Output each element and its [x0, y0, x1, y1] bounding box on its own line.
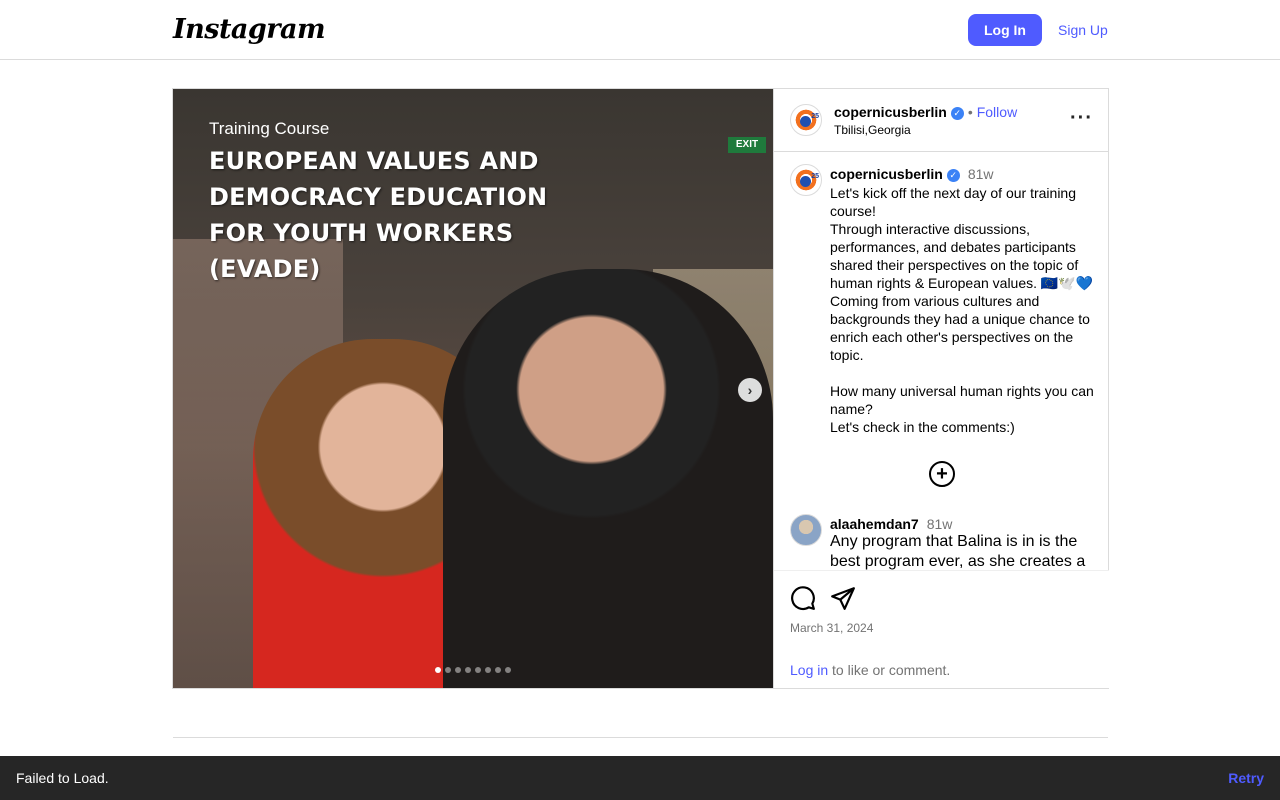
- post-actions: March 31, 2024 Log in to like or comment…: [774, 570, 1109, 688]
- image-overlay-title: European Values and Democracy Education …: [209, 147, 548, 283]
- post-caption: Let's kick off the next day of our train…: [830, 185, 1094, 435]
- photo-subject-man: [443, 269, 773, 688]
- carousel-dot: [465, 667, 471, 673]
- comments-section[interactable]: 25 copernicusberlin ✓ 81w Let's kick off t…: [774, 152, 1109, 570]
- comment-header: alaahemdan7 81w: [830, 516, 952, 532]
- chevron-right-icon: ›: [747, 382, 753, 398]
- carousel-dot: [505, 667, 511, 673]
- footer-divider: [173, 737, 1108, 738]
- caption-header: copernicusberlin ✓ 81w: [830, 166, 994, 182]
- instagram-logo[interactable]: Instagram: [173, 14, 326, 45]
- carousel-dot: [435, 667, 441, 673]
- author-line: copernicusberlin ✓ • Follow: [834, 104, 1017, 120]
- carousel-dot: [455, 667, 461, 673]
- sign-up-link[interactable]: Sign Up: [1058, 22, 1108, 38]
- comment-text: Any program that Balina is in is the bes…: [830, 533, 1086, 570]
- author-avatar[interactable]: 25: [790, 104, 822, 136]
- login-prompt-text: to like or comment.: [828, 662, 951, 678]
- author-username[interactable]: copernicusberlin: [834, 104, 947, 120]
- load-more-comments-icon[interactable]: +: [929, 461, 955, 487]
- carousel-dot: [445, 667, 451, 673]
- log-in-link[interactable]: Log in: [790, 662, 828, 678]
- login-prompt: Log in to like or comment.: [790, 662, 950, 678]
- post-date[interactable]: March 31, 2024: [790, 621, 873, 635]
- separator-dot: •: [967, 104, 973, 120]
- carousel-dot: [495, 667, 501, 673]
- post-sidebar: 25 copernicusberlin ✓ • Follow Tbilisi,Geor…: [773, 89, 1109, 688]
- post-card: EXIT Training Course European Values and…: [172, 88, 1109, 689]
- carousel-dot: [485, 667, 491, 673]
- caption-username[interactable]: copernicusberlin: [830, 166, 943, 182]
- comment-username[interactable]: alaahemdan7: [830, 516, 919, 532]
- error-toast: Failed to Load. Retry: [0, 756, 1280, 800]
- follow-button[interactable]: Follow: [977, 104, 1017, 120]
- caption-author-avatar[interactable]: 25: [790, 164, 822, 196]
- retry-button[interactable]: Retry: [1228, 770, 1264, 786]
- post-header: 25 copernicusberlin ✓ • Follow Tbilisi,Geor…: [774, 89, 1109, 152]
- top-navigation-bar: Instagram Log In Sign Up: [0, 0, 1280, 60]
- image-overlay-subtitle: Training Course: [209, 119, 330, 138]
- toast-message: Failed to Load.: [16, 770, 109, 786]
- carousel-dot: [475, 667, 481, 673]
- share-icon[interactable]: [830, 585, 856, 611]
- verified-badge-icon: ✓: [946, 168, 960, 182]
- post-location[interactable]: Tbilisi,Georgia: [834, 123, 911, 137]
- comment-icon[interactable]: [790, 585, 816, 611]
- comment-timestamp[interactable]: 81w: [927, 516, 953, 532]
- commenter-avatar[interactable]: [790, 514, 822, 546]
- verified-badge-icon: ✓: [950, 106, 964, 120]
- carousel-next-button[interactable]: ›: [738, 378, 762, 402]
- carousel-indicator: [435, 667, 511, 673]
- more-options-icon[interactable]: ···: [1070, 107, 1093, 130]
- post-image-carousel[interactable]: EXIT Training Course European Values and…: [173, 89, 773, 688]
- exit-sign: EXIT: [728, 137, 766, 153]
- log-in-button[interactable]: Log In: [968, 14, 1042, 46]
- caption-timestamp[interactable]: 81w: [968, 166, 994, 182]
